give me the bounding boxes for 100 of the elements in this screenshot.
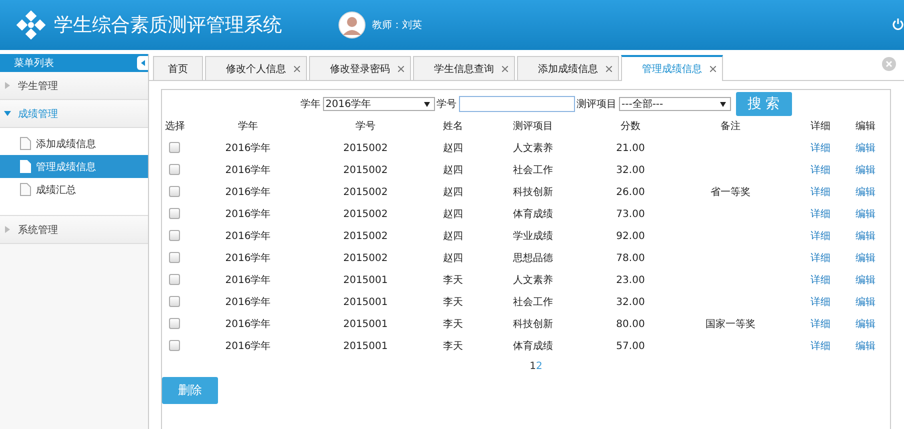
detail-link[interactable]: 详细 — [810, 341, 830, 352]
close-icon[interactable] — [710, 66, 716, 72]
menu-item[interactable]: 管理成绩信息 — [0, 155, 148, 178]
table-cell: 李天 — [443, 275, 463, 286]
caret-icon — [4, 226, 11, 233]
table-cell: 2016学年 — [225, 209, 271, 220]
table-cell: 2015001 — [343, 340, 388, 352]
row-checkbox[interactable] — [169, 230, 180, 242]
detail-link[interactable]: 详细 — [810, 319, 830, 330]
edit-link[interactable]: 编辑 — [856, 253, 876, 264]
table-cell: 2015001 — [343, 318, 388, 330]
row-checkbox[interactable] — [169, 142, 180, 154]
row-checkbox[interactable] — [169, 318, 180, 330]
table-cell: 人文素养 — [513, 143, 553, 154]
table-cell: 2015002 — [343, 186, 388, 198]
student-id-field[interactable] — [458, 96, 574, 112]
close-icon[interactable] — [502, 66, 508, 72]
page-link[interactable]: 2 — [536, 361, 542, 372]
tab[interactable]: 修改个人信息 — [205, 56, 307, 80]
row-checkbox[interactable] — [169, 340, 180, 352]
table-cell: 科技创新 — [513, 319, 553, 330]
tab[interactable]: 添加成绩信息 — [517, 56, 619, 80]
detail-link[interactable]: 详细 — [810, 253, 830, 264]
tab[interactable]: 修改登录密码 — [309, 56, 411, 80]
tab[interactable]: 学生信息查询 — [413, 56, 515, 80]
column-header: 选择 — [165, 121, 185, 132]
table-cell: 2016学年 — [225, 253, 271, 264]
caret-icon — [720, 102, 726, 106]
table-cell: 赵四 — [443, 143, 463, 154]
caret-icon — [140, 60, 144, 66]
tab[interactable]: 首页 — [153, 56, 203, 80]
column-header: 学年 — [238, 121, 258, 132]
edit-link[interactable]: 编辑 — [856, 341, 876, 352]
menu-item[interactable]: 成绩汇总 — [0, 178, 148, 201]
item-dropdown[interactable]: ---全部--- — [618, 97, 730, 111]
table-cell: 2016学年 — [225, 297, 271, 308]
table-cell: 科技创新 — [513, 187, 553, 198]
edit-link[interactable]: 编辑 — [856, 165, 876, 176]
table-cell: 2015002 — [343, 142, 388, 154]
detail-link[interactable]: 详细 — [810, 209, 830, 220]
table-cell: 赵四 — [443, 165, 463, 176]
tab[interactable]: 管理成绩信息 — [621, 55, 723, 81]
table-cell: 社会工作 — [513, 297, 553, 308]
table-cell: 92.00 — [616, 230, 645, 242]
app-title: 学生综合素质测评管理系统 — [54, 13, 282, 38]
caret-icon — [4, 82, 11, 89]
power-icon[interactable] — [892, 18, 904, 30]
table-cell: 2016学年 — [225, 187, 271, 198]
row-checkbox[interactable] — [169, 208, 180, 220]
field-label: 测评项目 — [576, 98, 616, 111]
column-header: 测评项目 — [513, 121, 553, 132]
table-cell: 2015001 — [343, 296, 388, 308]
table-cell: 2016学年 — [225, 319, 271, 330]
row-checkbox[interactable] — [169, 296, 180, 308]
table-cell: 赵四 — [443, 231, 463, 242]
field-label: 学年 — [300, 98, 320, 111]
edit-link[interactable]: 编辑 — [856, 297, 876, 308]
field-label: 学号 — [436, 98, 456, 111]
close-icon[interactable] — [398, 66, 404, 72]
close-icon[interactable] — [294, 66, 300, 72]
row-checkbox[interactable] — [169, 252, 180, 264]
table-cell: 2015002 — [343, 208, 388, 220]
detail-link[interactable]: 详细 — [810, 187, 830, 198]
year-dropdown[interactable]: 2016学年 — [322, 97, 434, 111]
table-cell: 32.00 — [616, 296, 645, 308]
table-cell: 社会工作 — [513, 165, 553, 176]
table-cell: 省一等奖 — [710, 187, 750, 198]
detail-link[interactable]: 详细 — [810, 275, 830, 286]
table-cell: 2016学年 — [225, 231, 271, 242]
detail-link[interactable]: 详细 — [810, 165, 830, 176]
row-checkbox[interactable] — [169, 274, 180, 286]
row-checkbox[interactable] — [169, 164, 180, 176]
edit-link[interactable]: 编辑 — [856, 319, 876, 330]
table-cell: 李天 — [443, 341, 463, 352]
table-cell: 2016学年 — [225, 165, 271, 176]
table-cell: 体育成绩 — [513, 209, 553, 220]
table-cell: 学业成绩 — [513, 231, 553, 242]
edit-link[interactable]: 编辑 — [856, 143, 876, 154]
edit-link[interactable]: 编辑 — [856, 209, 876, 220]
detail-link[interactable]: 详细 — [810, 297, 830, 308]
table-cell: 赵四 — [443, 253, 463, 264]
avatar-icon — [338, 11, 366, 39]
page-link[interactable]: 1 — [530, 361, 536, 372]
edit-link[interactable]: 编辑 — [856, 275, 876, 286]
column-header: 编辑 — [856, 121, 876, 132]
detail-link[interactable]: 详细 — [810, 231, 830, 242]
edit-link[interactable]: 编辑 — [856, 187, 876, 198]
menu-item[interactable]: 添加成绩信息 — [0, 132, 148, 155]
column-header: 姓名 — [443, 121, 463, 132]
row-checkbox[interactable] — [169, 186, 180, 198]
delete-button[interactable]: 删除 — [162, 377, 218, 404]
edit-link[interactable]: 编辑 — [856, 231, 876, 242]
document-icon — [20, 183, 31, 196]
close-icon[interactable] — [606, 66, 612, 72]
search-button[interactable]: 搜 索 — [736, 92, 792, 116]
collapse-button[interactable] — [137, 56, 148, 70]
detail-link[interactable]: 详细 — [810, 143, 830, 154]
table-cell: 李天 — [443, 319, 463, 330]
caret-icon — [4, 110, 11, 117]
table-cell: 2016学年 — [225, 143, 271, 154]
